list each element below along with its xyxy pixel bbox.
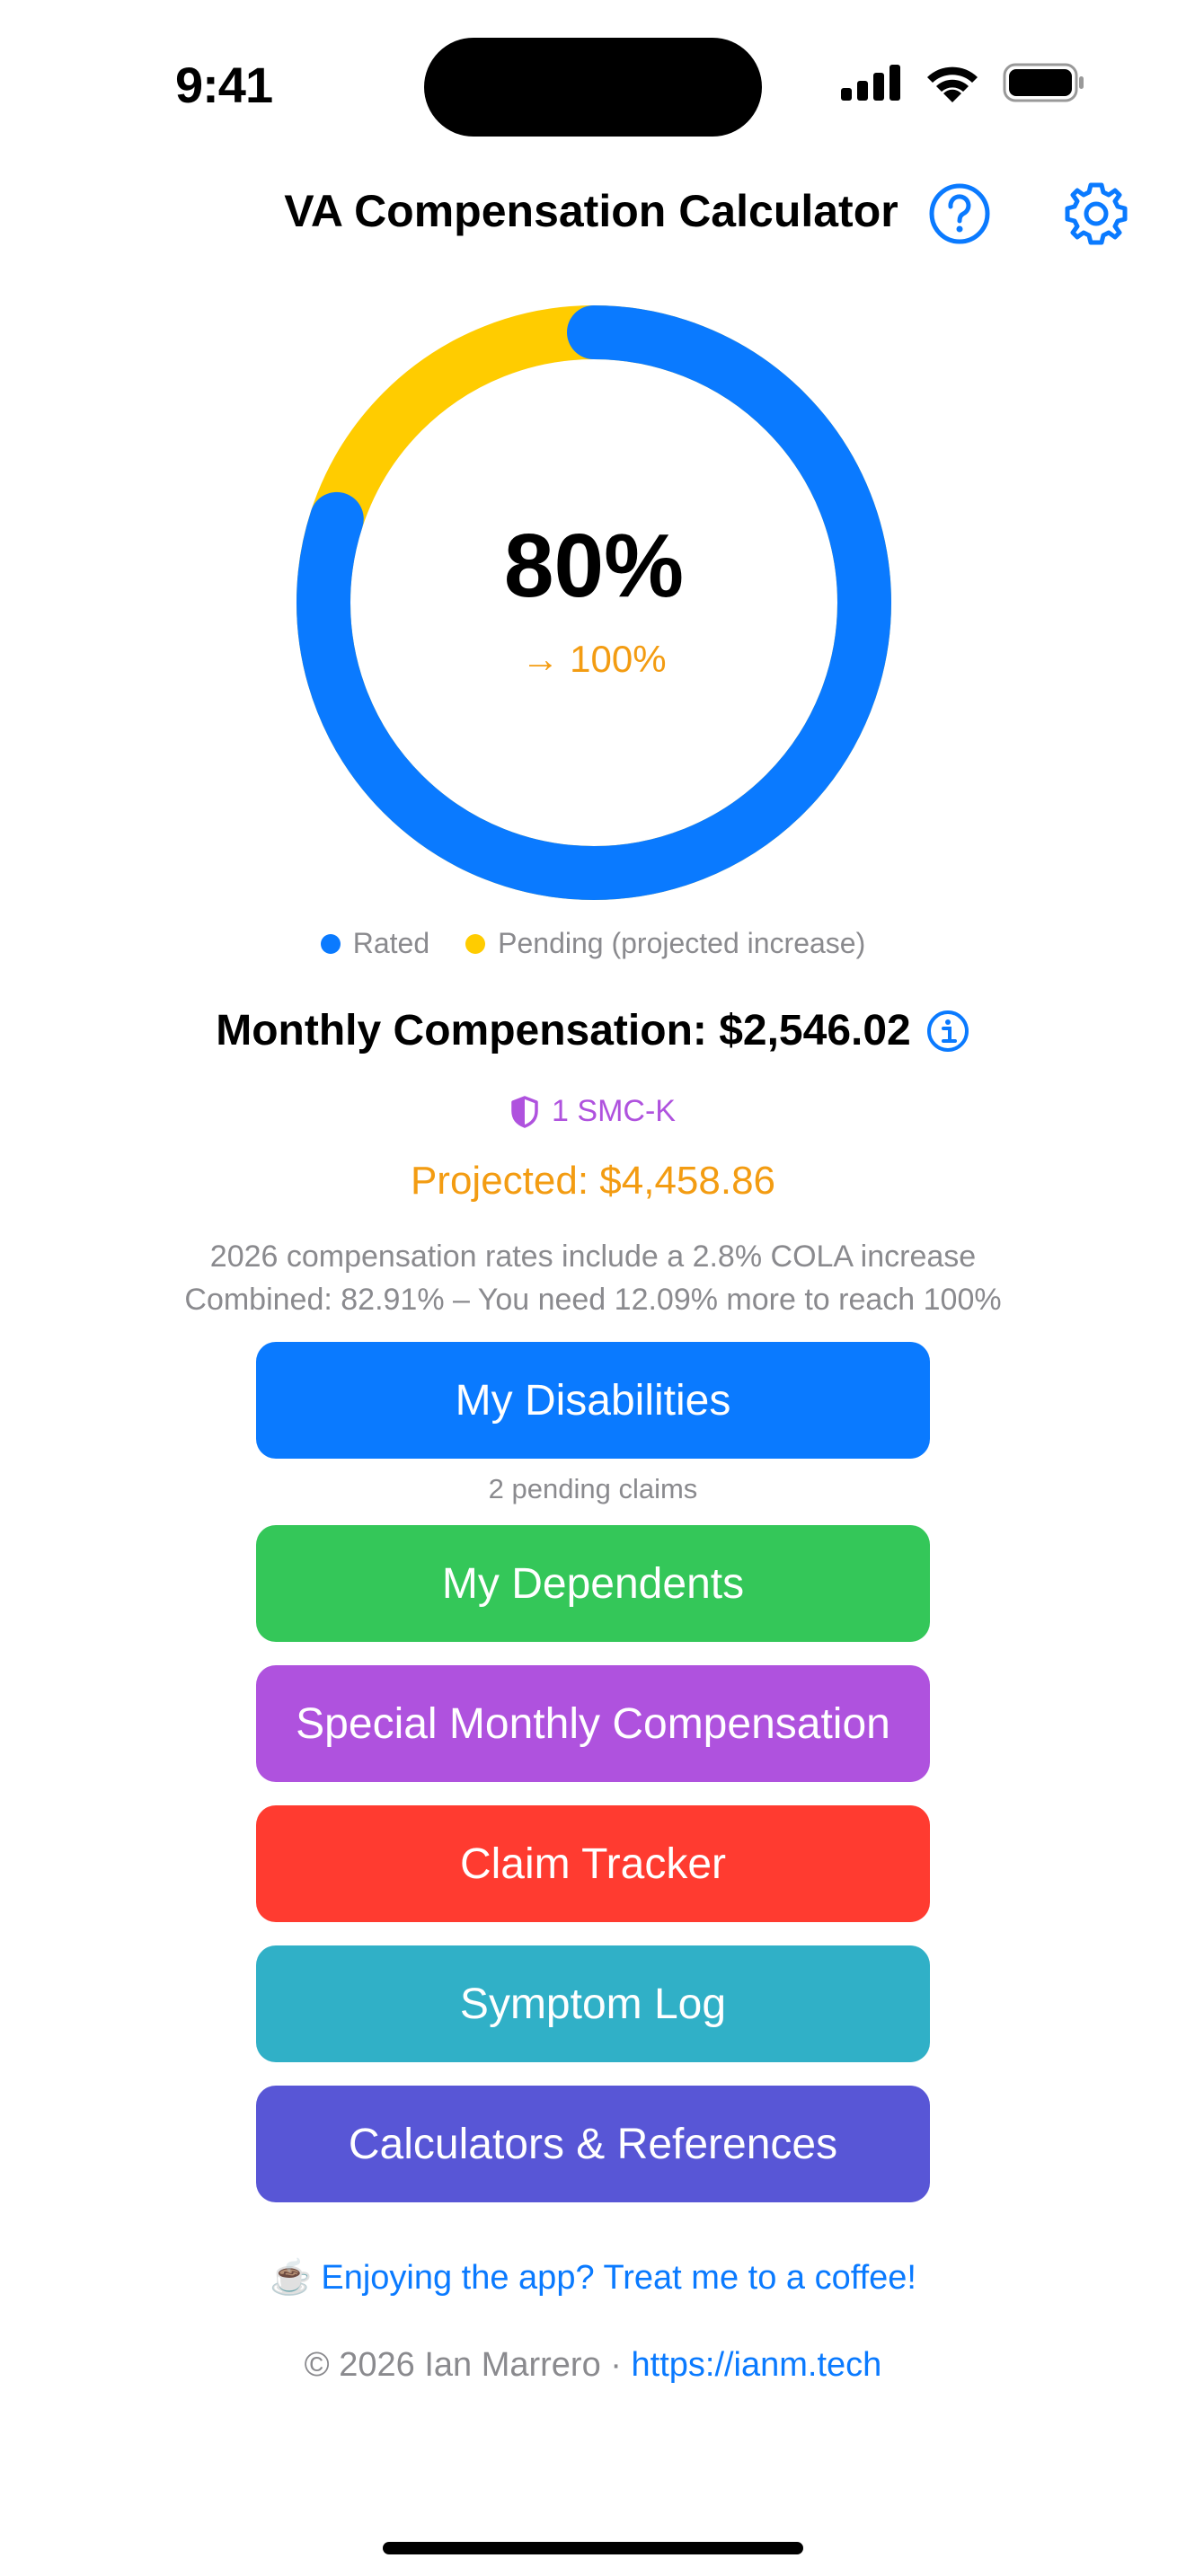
website-link[interactable]: https://ianm.tech (632, 2346, 882, 2384)
question-circle-icon (929, 183, 990, 244)
legend-pending: Pending (projected increase) (465, 927, 865, 960)
settings-button[interactable] (1060, 178, 1132, 250)
cellular-signal-icon (841, 65, 900, 101)
dynamic-island (424, 38, 762, 137)
target-rating: → 100% (521, 638, 667, 680)
smc-badge: 1 SMC-K (0, 1094, 1186, 1129)
ring-legend: Rated Pending (projected increase) (0, 927, 1186, 960)
home-indicator[interactable] (383, 2542, 803, 2554)
copyright-footer: © 2026 Ian Marrero · https://ianm.tech (0, 2346, 1186, 2385)
my-disabilities-button[interactable]: My Disabilities (256, 1342, 930, 1459)
status-icons (841, 63, 1085, 102)
calculators-references-button[interactable]: Calculators & References (256, 2086, 930, 2202)
legend-dot-rated (320, 933, 341, 954)
symptom-log-button[interactable]: Symptom Log (256, 1945, 930, 2062)
help-button[interactable] (927, 181, 992, 246)
claim-tracker-button[interactable]: Claim Tracker (256, 1805, 930, 1922)
ring-center-labels: 80% → 100% (296, 521, 891, 681)
gear-icon (1065, 182, 1128, 245)
combined-note: Combined: 82.91% – You need 12.09% more … (184, 1283, 1002, 1317)
coffee-icon: ☕️ (270, 2259, 313, 2297)
wifi-icon (927, 66, 978, 102)
cola-note: 2026 compensation rates include a 2.8% C… (209, 1239, 977, 1274)
copyright-text: © 2026 Ian Marrero · (304, 2346, 632, 2384)
special-monthly-compensation-button[interactable]: Special Monthly Compensation (256, 1665, 930, 1782)
coffee-link[interactable]: ☕️ Enjoying the app? Treat me to a coffee… (0, 2258, 1186, 2298)
status-time: 9:41 (175, 57, 273, 113)
battery-icon (1003, 63, 1084, 102)
my-dependents-button[interactable]: My Dependents (256, 1525, 930, 1642)
legend-dot-pending (465, 933, 486, 954)
projected-compensation: Projected: $4,458.86 (410, 1159, 776, 1203)
monthly-compensation: Monthly Compensation: $2,546.02 (0, 1006, 1186, 1055)
current-rating: 80% (503, 516, 685, 616)
page-title: VA Compensation Calculator (284, 186, 898, 236)
shield-icon (511, 1095, 538, 1128)
legend-rated: Rated (320, 927, 429, 960)
monthly-compensation-label: Monthly Compensation: $2,546.02 (216, 1007, 911, 1054)
info-icon[interactable] (925, 1009, 970, 1054)
pending-claims-caption: 2 pending claims (488, 1473, 698, 1504)
